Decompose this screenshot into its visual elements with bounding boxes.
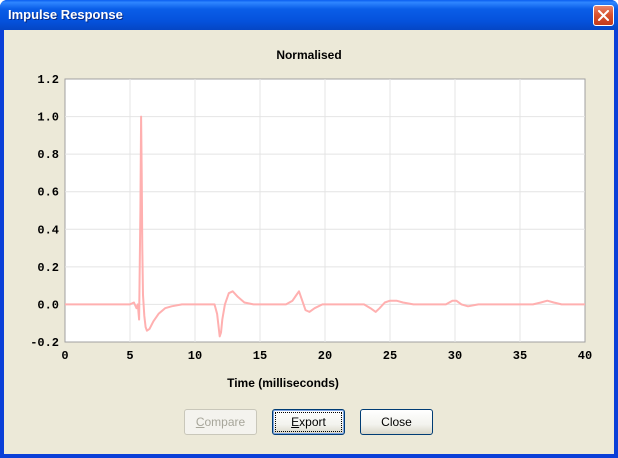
window-title: Impulse Response [8, 7, 123, 22]
impulse-response-chart: Normalised 1.2 1.0 0.8 0.6 0.4 0.2 0.0 -0.2 0 5 1… [30, 48, 592, 390]
compare-button[interactable]: Compare [184, 409, 257, 435]
title-bar[interactable]: Impulse Response [0, 0, 618, 30]
x-tick-label: 35 [513, 349, 527, 363]
export-label-rest: xport [299, 415, 326, 429]
export-mnemonic: E [291, 415, 300, 429]
compare-label-rest: ompare [204, 415, 246, 429]
x-axis-ticks: 0 5 10 15 20 25 30 35 40 [61, 349, 592, 363]
x-axis-label: Time (milliseconds) [227, 376, 339, 390]
y-tick-label: 0.4 [37, 223, 59, 237]
y-tick-label: 0.0 [37, 298, 59, 312]
x-tick-label: 5 [126, 349, 133, 363]
x-tick-label: 30 [448, 349, 462, 363]
y-tick-label: -0.2 [30, 336, 59, 350]
y-tick-label: 0.6 [37, 186, 59, 200]
y-tick-label: 1.0 [37, 111, 59, 125]
x-tick-label: 15 [253, 349, 267, 363]
x-tick-label: 0 [61, 349, 68, 363]
x-tick-label: 40 [578, 349, 592, 363]
x-tick-label: 10 [188, 349, 202, 363]
y-tick-label: 0.8 [37, 148, 59, 162]
y-tick-label: 0.2 [37, 261, 59, 275]
close-button[interactable]: Close [360, 409, 433, 435]
impulse-response-window: Impulse Response Normalised 1.2 1.0 0.8 0.6… [0, 0, 618, 458]
x-tick-label: 25 [383, 349, 397, 363]
y-axis-ticks: 1.2 1.0 0.8 0.6 0.4 0.2 0.0 -0.2 [30, 73, 59, 350]
x-tick-label: 20 [318, 349, 332, 363]
chart-title: Normalised [276, 48, 341, 62]
close-icon [598, 10, 609, 21]
y-tick-label: 1.2 [37, 73, 59, 87]
dialog-client-area: Normalised 1.2 1.0 0.8 0.6 0.4 0.2 0.0 -0.2 0 5 1… [4, 30, 614, 454]
close-window-button[interactable] [593, 5, 614, 26]
export-button[interactable]: Export [272, 409, 345, 435]
